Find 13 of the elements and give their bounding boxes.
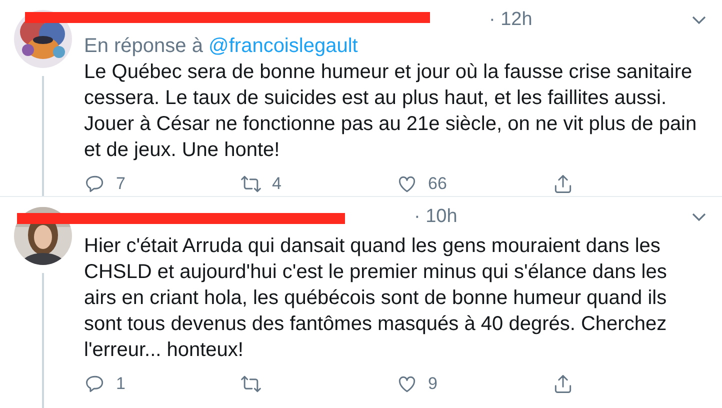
timestamp[interactable]: · 10h <box>414 202 458 232</box>
mention-link[interactable]: @francoislegault <box>208 35 358 57</box>
share-icon[interactable] <box>552 372 574 395</box>
timestamp[interactable]: · 12h <box>489 6 532 34</box>
like-count: 66 <box>428 173 447 195</box>
like-count: 9 <box>428 373 438 395</box>
share-icon[interactable] <box>552 172 574 195</box>
reply-count: 7 <box>116 173 126 195</box>
reply-context: En réponse à @francoislegault <box>84 34 359 59</box>
reply-count: 1 <box>116 373 126 395</box>
tweet-text: Hier c'était Arruda qui dansait quand les gens mouraient dans les CHSLD et aujourd'hui c'est le premier minus qui s'élance dans les airs en criant hola, les québécois sont de bonne humeur quand ils sont tous devenus des fantômes masqués à 40 degrés. Cherchez l'erreur... honteux! <box>84 234 668 363</box>
retweet-count: 4 <box>272 173 282 195</box>
tweet-text: Le Québec sera de bonne humeur et jour où la fausse crise sanitaire cessera. Le taux de suicides est au plus haut, et les faillites aussi. Jouer à César ne fonctionne pas au 21e siècle, on ne vit plus de pain et de jeux. Une honte! <box>84 60 698 163</box>
